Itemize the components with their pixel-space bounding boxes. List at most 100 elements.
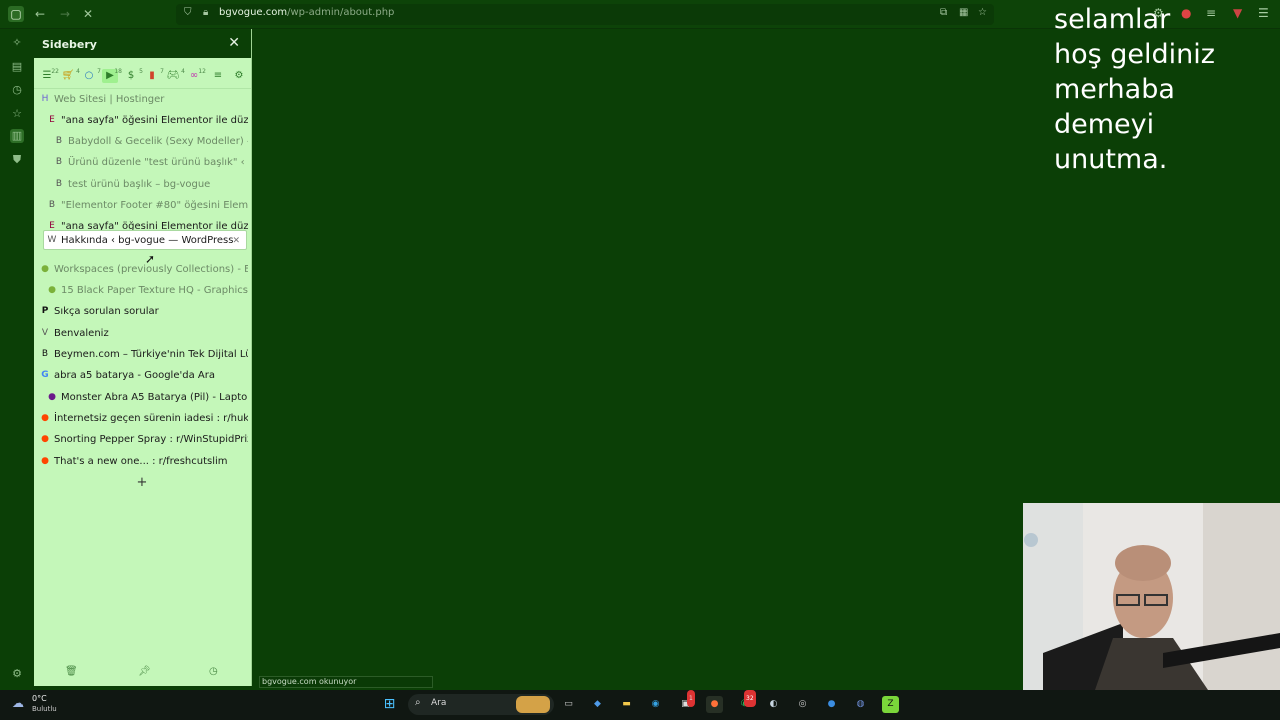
- glasses-panel-icon[interactable]: ∞ 12: [186, 68, 206, 83]
- tab-item[interactable]: ● Snorting Pepper Spray : r/WinStupidPri…: [40, 430, 248, 450]
- tab-item[interactable]: ● Monster Abra A5 Batarya (Pil) - Laptop…: [47, 388, 248, 408]
- tab-item[interactable]: V Benvaleniz: [40, 324, 248, 344]
- whatsapp-icon[interactable]: ✆32: [736, 690, 756, 713]
- url-text: bgvogue.com/wp-admin/about.php: [219, 7, 394, 18]
- site-icon: B: [55, 157, 63, 167]
- tab-item[interactable]: B "Elementor Footer #80" öğesini Element…: [47, 196, 248, 216]
- steam-icon[interactable]: ◐: [765, 696, 782, 713]
- history-icon[interactable]: ◷: [209, 666, 218, 677]
- pin-icon[interactable]: 📌︎: [138, 666, 151, 677]
- tab-item[interactable]: ● That's a new one... : r/freshcutslim: [40, 452, 248, 472]
- tab-label: Web Sitesi | Hostinger: [54, 94, 165, 105]
- tab-item[interactable]: B Ürünü düzenle "test ürünü başlık" ‹ bg…: [54, 153, 248, 173]
- envato-icon: ●: [41, 264, 49, 274]
- windows-taskbar: ☁ 0°C Bulutlu ⊞ ⌕ Ara ▭ ◆ ▬ ◉ ▣1 ● ✆32 ◐…: [0, 690, 1280, 720]
- tab-label: Benvaleniz: [54, 328, 109, 339]
- envato-icon: ●: [48, 285, 56, 295]
- screenshot-icon[interactable]: ⧉: [940, 7, 947, 18]
- shop-panel-icon[interactable]: 🛒︎ 4: [60, 68, 80, 83]
- overlay-line: merhaba demeyi: [1054, 74, 1175, 140]
- tab-label: İnternetsiz geçen sürenin iadesi : r/huk…: [54, 413, 248, 424]
- reddit-icon: ●: [41, 434, 49, 444]
- gamepad-panel-icon[interactable]: 🎮︎ 4: [165, 68, 185, 83]
- temperature: 0°C: [32, 694, 47, 703]
- history-icon[interactable]: ◷: [10, 83, 24, 97]
- grid-icon[interactable]: ▦: [959, 7, 968, 18]
- tab-label: Hakkında ‹ bg-vogue — WordPress: [61, 235, 234, 246]
- tab-item[interactable]: B Babydoll & Gecelik (Sexy Modeller) – b…: [54, 132, 248, 152]
- customize-sidebar-icon[interactable]: ⚙: [10, 667, 24, 681]
- ai-sparkle-icon[interactable]: ✧: [10, 36, 24, 50]
- monster-icon: ●: [48, 392, 56, 402]
- tab-item[interactable]: B test ürünü başlık – bg-vogue: [54, 175, 248, 195]
- editor-app-icon[interactable]: Z: [882, 696, 899, 713]
- panel-switcher: ☰ 22 🛒︎ 4 ○ 7 ▶ 18 $5 ▮ 7 🎮︎ 4 ∞ 12 ≡ ⚙: [34, 58, 251, 89]
- tab-item[interactable]: E "ana sayfa" öğesini Elementor ile düze…: [47, 111, 248, 131]
- obs-icon[interactable]: ◎: [794, 696, 811, 713]
- panel-badge: 22: [51, 68, 59, 75]
- panel-badge: 4: [76, 68, 80, 75]
- cycle-panel-icon[interactable]: ○ 7: [81, 68, 101, 83]
- copilot-icon[interactable]: ◆: [589, 696, 606, 713]
- search-label: Ara: [431, 698, 447, 708]
- book-panel-icon[interactable]: ▮ 7: [144, 68, 164, 83]
- reader-icon[interactable]: ▤: [10, 60, 24, 74]
- tab-item[interactable]: B Beymen.com – Türkiye'nin Tek Dijital L…: [40, 345, 248, 365]
- url-bar[interactable]: ⛉ 🔒︎ bgvogue.com/wp-admin/about.php ⧉ ▦ …: [176, 4, 994, 25]
- tab-label: Babydoll & Gecelik (Sexy Modeller) – bg-…: [68, 136, 248, 147]
- play-panel-icon[interactable]: ▶ 18: [102, 68, 122, 83]
- close-icon[interactable]: ✕: [232, 231, 240, 249]
- tab-item[interactable]: G abra a5 batarya - Google'da Ara: [40, 366, 248, 386]
- sidebery-icon[interactable]: ▥: [10, 129, 24, 143]
- sidebar-title: Sidebery: [42, 38, 97, 51]
- new-tab-button[interactable]: +: [136, 475, 148, 490]
- elementor-icon: E: [49, 115, 55, 125]
- tab-item[interactable]: ● 15 Black Paper Texture HQ - Graphics -…: [47, 281, 248, 301]
- tab-label: abra a5 batarya - Google'da Ara: [54, 370, 215, 381]
- tab-item[interactable]: H Web Sitesi | Hostinger: [40, 90, 248, 110]
- overlay-line: hoş geldiniz: [1054, 39, 1215, 70]
- webcam-feed: [1023, 503, 1280, 690]
- extension-shield-icon[interactable]: ⛊: [10, 153, 24, 167]
- taskbar-search[interactable]: ⌕ Ara: [408, 694, 554, 715]
- list-panel-icon[interactable]: ≡: [210, 69, 226, 83]
- close-icon[interactable]: ✕: [228, 35, 240, 51]
- tab-label: Monster Abra A5 Batarya (Pil) - Laptop B…: [61, 392, 248, 403]
- sidebar-toggle-icon[interactable]: ▢: [8, 6, 24, 22]
- lock-icon[interactable]: 🔒︎: [203, 7, 208, 18]
- tab-item-active[interactable]: W Hakkında ‹ bg-vogue — WordPress ✕: [43, 230, 247, 250]
- tab-item[interactable]: ● Workspaces (previously Collections) - …: [40, 260, 248, 280]
- panel-badge: 12: [198, 68, 206, 75]
- url-host: bgvogue.com: [219, 7, 288, 18]
- panel-badge: 4: [181, 68, 185, 75]
- store-icon[interactable]: ▣ 1: [677, 690, 695, 713]
- bookmark-star-icon[interactable]: ☆: [978, 7, 987, 18]
- app-icon[interactable]: ◍: [852, 696, 869, 713]
- tabs-panel-icon[interactable]: ☰ 22: [39, 68, 59, 83]
- dollar-panel-icon[interactable]: $5: [123, 68, 143, 83]
- search-icon: ⌕: [415, 697, 421, 708]
- tab-label: Snorting Pepper Spray : r/WinStupidPrize…: [54, 434, 248, 445]
- status-bar: bgvogue.com okunuyor: [259, 676, 433, 688]
- browser-app-icon[interactable]: ●: [823, 696, 840, 713]
- settings-gear-icon[interactable]: ⚙: [231, 69, 247, 83]
- mouse-cursor-icon: ➚: [145, 252, 156, 266]
- shield-icon[interactable]: ⛉: [184, 7, 192, 18]
- site-icon: B: [55, 179, 63, 189]
- edge-icon[interactable]: ◉: [647, 696, 664, 713]
- forward-icon[interactable]: →: [57, 6, 73, 22]
- task-view-icon[interactable]: ▭: [560, 696, 577, 713]
- file-explorer-icon[interactable]: ▬: [618, 696, 635, 713]
- stop-icon[interactable]: ✕: [80, 6, 96, 22]
- tab-item[interactable]: P Sıkça sorulan sorular: [40, 302, 248, 322]
- firefox-icon[interactable]: ●: [706, 696, 723, 713]
- back-icon[interactable]: ←: [32, 6, 48, 22]
- tab-label: test ürünü başlık – bg-vogue: [68, 179, 211, 190]
- trash-icon[interactable]: 🗑︎: [65, 666, 78, 677]
- bookmarks-icon[interactable]: ☆: [10, 107, 24, 121]
- url-path: /wp-admin/about.php: [287, 7, 395, 18]
- windows-start-icon[interactable]: ⊞: [381, 696, 398, 713]
- tab-item[interactable]: ● İnternetsiz geçen sürenin iadesi : r/h…: [40, 409, 248, 429]
- tab-label: "Elementor Footer #80" öğesini Elementor…: [61, 200, 248, 211]
- benvaleniz-icon: V: [41, 328, 49, 338]
